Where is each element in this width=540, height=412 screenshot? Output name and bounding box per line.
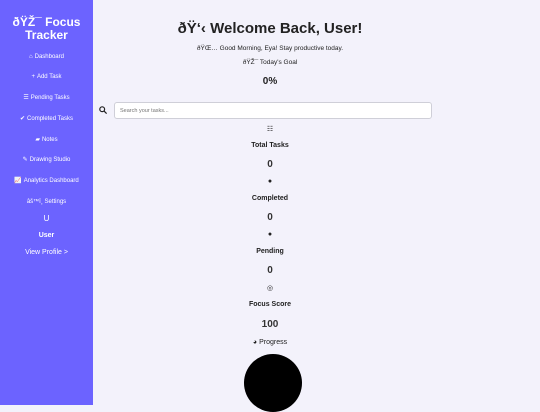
progress-label: Progress xyxy=(259,339,288,346)
stat-value-pending: 0 xyxy=(267,265,273,276)
stat-value-focus-score: 100 xyxy=(261,319,279,330)
list-icon: ☷ xyxy=(266,126,274,133)
target-icon: ◎ xyxy=(266,285,274,292)
page-title: ðŸ‘‹ Welcome Back, User! xyxy=(177,20,363,37)
stat-label-completed: Completed xyxy=(251,195,289,202)
brand-title: ðŸŽ¯ Focus Tracker xyxy=(12,15,81,42)
progress-chart xyxy=(244,354,302,412)
pie-chart-icon: ◕ xyxy=(252,339,258,346)
plus-icon: + xyxy=(31,74,35,80)
home-icon: ⌂ xyxy=(29,54,33,60)
sidebar-item-label: Drawing Studio xyxy=(29,157,71,163)
sidebar-item-label: Completed Tasks xyxy=(27,116,73,122)
check-circle-icon: ✔ xyxy=(20,116,26,122)
sidebar-item-dashboard[interactable]: ⌂ Dashboard xyxy=(0,53,93,61)
sidebar-item-label: âš™ï¸ Settings xyxy=(26,199,67,205)
sidebar-item-label: Notes xyxy=(41,137,58,143)
sidebar-item-completed-tasks[interactable]: ✔ Completed Tasks xyxy=(0,115,93,123)
stat-label-total-tasks: Total Tasks xyxy=(251,142,289,149)
chart-icon: 📈 xyxy=(14,178,22,184)
main-content: ðŸ‘‹ Welcome Back, User! ðŸŒ… Good Morni… xyxy=(93,0,540,412)
user-icon: U xyxy=(43,214,50,223)
sidebar-item-analytics-dashboard[interactable]: 📈 Analytics Dashboard xyxy=(0,177,93,185)
sidebar-item-drawing-studio[interactable]: ✎ Drawing Studio xyxy=(0,156,93,164)
greeting-text: ðŸŒ… Good Morning, Eya! Stay productive … xyxy=(196,45,344,52)
sidebar-item-label: Dashboard xyxy=(34,54,64,60)
goal-value: 0% xyxy=(262,76,278,87)
check-circle-icon: ● xyxy=(267,178,273,185)
note-icon: ▰ xyxy=(35,137,40,143)
stat-label-focus-score: Focus Score xyxy=(248,301,291,308)
goal-label: ðŸŽ¯ Today's Goal xyxy=(242,59,298,66)
sidebar-item-notes[interactable]: ▰ Notes xyxy=(0,136,93,144)
view-profile-link[interactable]: View Profile > xyxy=(0,249,93,256)
search-input[interactable] xyxy=(114,102,432,119)
user-name: User xyxy=(38,232,55,239)
stat-value-total-tasks: 0 xyxy=(267,159,273,170)
sidebar-item-settings[interactable]: âš™ï¸ Settings xyxy=(0,198,93,206)
sidebar-item-pending-tasks[interactable]: ☰ Pending Tasks xyxy=(0,94,93,102)
progress-heading: ◕ Progress xyxy=(93,339,447,346)
stat-value-completed: 0 xyxy=(267,212,273,223)
sidebar-item-label: Analytics Dashboard xyxy=(23,178,79,184)
list-icon: ☰ xyxy=(23,95,29,101)
pencil-icon: ✎ xyxy=(22,157,28,163)
sidebar-item-label: Pending Tasks xyxy=(30,95,70,101)
search-icon xyxy=(99,106,108,116)
sidebar-item-add-task[interactable]: + Add Task xyxy=(0,73,93,81)
sidebar-item-label: Add Task xyxy=(36,74,62,80)
stat-label-pending: Pending xyxy=(256,248,284,255)
sidebar: ðŸŽ¯ Focus Tracker ⌂ Dashboard + Add Task … xyxy=(0,0,93,405)
clock-icon: ● xyxy=(267,231,273,238)
